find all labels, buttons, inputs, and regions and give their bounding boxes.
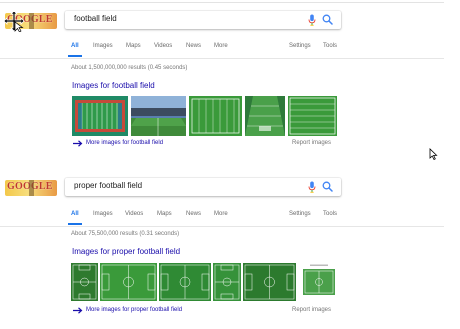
image-thumbnail[interactable]: [100, 263, 157, 301]
more-images-link[interactable]: More images for proper football field: [86, 307, 182, 313]
tab-all[interactable]: All: [71, 211, 79, 217]
logo-doodle-figure: [29, 13, 34, 29]
mouse-pointer-icon: [429, 148, 438, 160]
image-thumbnails: [71, 263, 338, 301]
search-query[interactable]: proper football field: [74, 181, 142, 190]
images-heading-link[interactable]: Images for proper football field: [72, 247, 180, 256]
report-images-link[interactable]: Report images: [292, 140, 331, 146]
tab-settings[interactable]: Settings: [289, 43, 311, 49]
active-tab-underline: [68, 55, 82, 57]
more-images-link[interactable]: More images for football field: [86, 140, 163, 146]
image-thumbnail[interactable]: [213, 263, 241, 301]
tab-more[interactable]: More: [214, 211, 228, 217]
search-query[interactable]: football field: [74, 14, 117, 23]
search-box[interactable]: football field: [65, 11, 341, 29]
move-cursor-icon: [3, 10, 25, 32]
image-thumbnails: [72, 96, 337, 136]
tab-images[interactable]: Images: [93, 211, 113, 217]
search-icon[interactable]: [322, 181, 333, 192]
active-tab-underline: [68, 223, 82, 225]
image-thumbnail[interactable]: [243, 263, 296, 301]
tab-videos[interactable]: Videos: [154, 43, 172, 49]
result-stats: About 75,500,000 results (0.31 seconds): [71, 231, 180, 237]
top-divider: [0, 2, 444, 3]
tab-videos[interactable]: Videos: [125, 211, 143, 217]
tab-tools[interactable]: Tools: [323, 43, 337, 49]
image-thumbnail[interactable]: [288, 96, 337, 136]
image-thumbnail[interactable]: [189, 96, 242, 136]
report-images-link[interactable]: Report images: [292, 307, 331, 313]
image-thumbnail[interactable]: [245, 96, 285, 136]
tab-maps[interactable]: Maps: [126, 43, 141, 49]
tab-news[interactable]: News: [186, 43, 201, 49]
tab-images[interactable]: Images: [93, 43, 113, 49]
logo-doodle-figure: [29, 180, 34, 196]
tab-maps[interactable]: Maps: [157, 211, 172, 217]
image-thumbnail[interactable]: [300, 263, 338, 301]
result-stats: About 1,500,000,000 results (0.45 second…: [71, 65, 188, 71]
arrow-right-icon: [73, 307, 83, 314]
search-box[interactable]: proper football field: [65, 178, 341, 196]
image-thumbnail[interactable]: [72, 96, 128, 136]
tabs-divider: [0, 226, 444, 227]
microphone-icon[interactable]: [308, 181, 316, 193]
tab-settings[interactable]: Settings: [289, 211, 311, 217]
arrow-right-icon: [73, 140, 83, 147]
search-icon[interactable]: [322, 14, 333, 25]
tab-news[interactable]: News: [186, 211, 201, 217]
microphone-icon[interactable]: [308, 14, 316, 26]
image-thumbnail[interactable]: [71, 263, 98, 301]
tab-tools[interactable]: Tools: [323, 211, 337, 217]
tabs-divider: [0, 58, 444, 59]
image-thumbnail[interactable]: [131, 96, 186, 136]
tab-all[interactable]: All: [71, 43, 79, 49]
images-heading-link[interactable]: Images for football field: [72, 81, 155, 90]
tab-more[interactable]: More: [214, 43, 228, 49]
image-thumbnail[interactable]: [159, 263, 211, 301]
google-doodle-logo[interactable]: GOOGLE: [5, 180, 57, 196]
